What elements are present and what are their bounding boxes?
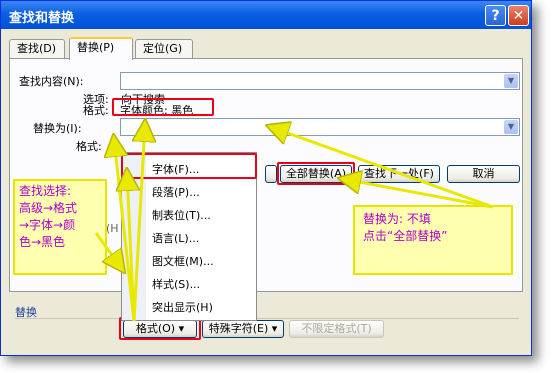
- arrow-to-replace-all: [343, 179, 494, 209]
- arrow-to-replace-field: [271, 127, 494, 209]
- tab-replace[interactable]: 替换(P): [69, 37, 133, 60]
- arrow-from-left-note: [94, 232, 122, 269]
- find-replace-dialog: 查找和替换 ? ✕ 查找(D) 替换(P) 定位(G) 查找内容(N): ▼ 选…: [0, 0, 532, 356]
- arrow-to-format-value: [134, 124, 145, 322]
